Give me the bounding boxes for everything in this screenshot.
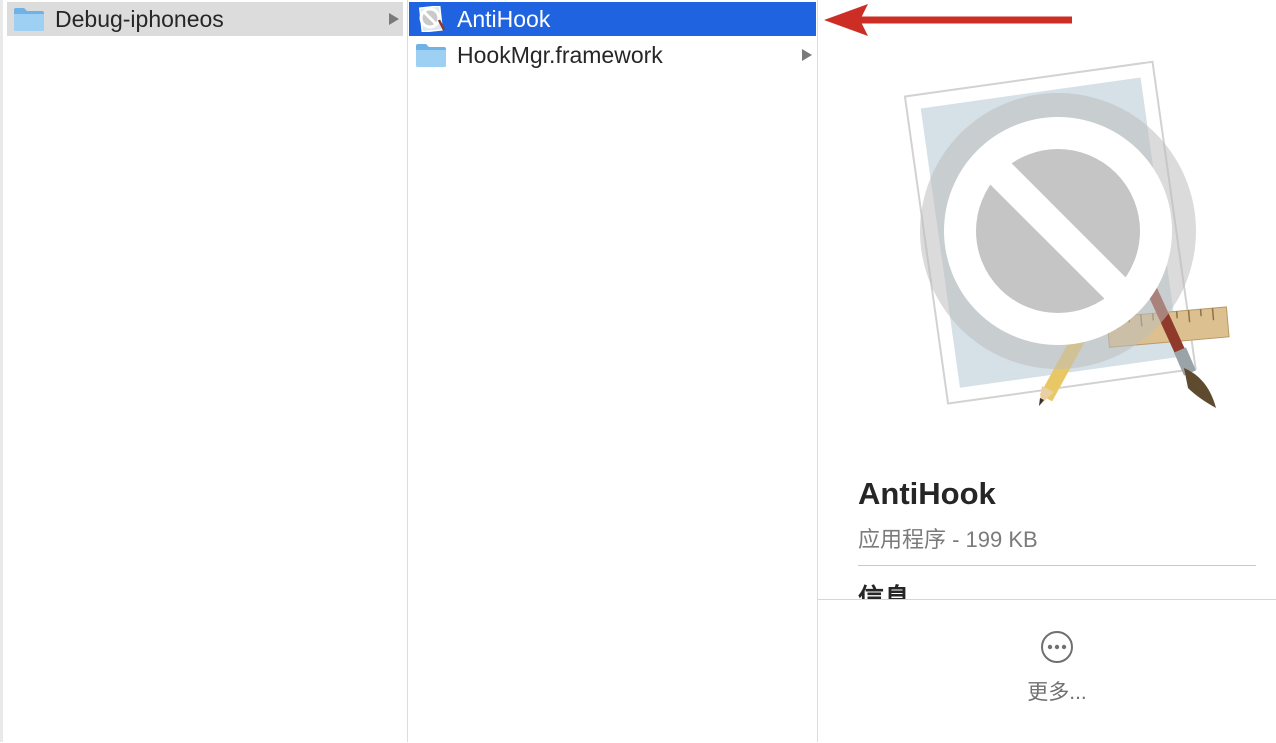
folder-icon [14, 8, 44, 31]
chevron-right-icon [389, 13, 399, 25]
more-button[interactable]: 更多... [818, 676, 1276, 706]
preview-actions-bar: 更多... [818, 599, 1276, 743]
browser-column-2: AntiHook HookMgr.framework [407, 0, 817, 742]
browser-column-1: Debug-iphoneos [0, 0, 407, 742]
preview-file-name: AntiHook [858, 476, 996, 511]
info-heading: 信息 [858, 583, 911, 599]
more-icon[interactable] [1040, 630, 1074, 664]
chevron-right-icon [802, 49, 812, 61]
column-item-hookmgr-framework[interactable]: HookMgr.framework [409, 38, 816, 72]
column-item-debug-iphoneos[interactable]: Debug-iphoneos [7, 2, 403, 36]
app-icon [418, 6, 446, 32]
info-section: 信息 [858, 580, 1158, 599]
folder-icon [416, 44, 446, 67]
annotation-arrow-icon [824, 4, 1072, 36]
preview-divider [858, 565, 1256, 566]
column-item-antihook[interactable]: AntiHook [409, 2, 816, 36]
column-item-label: HookMgr.framework [457, 41, 663, 68]
preview-kind-size: 应用程序 - 199 KB [858, 527, 1038, 552]
column-item-label: AntiHook [457, 5, 551, 32]
prohibited-app-icon [903, 60, 1230, 408]
column-item-label: Debug-iphoneos [55, 5, 224, 32]
